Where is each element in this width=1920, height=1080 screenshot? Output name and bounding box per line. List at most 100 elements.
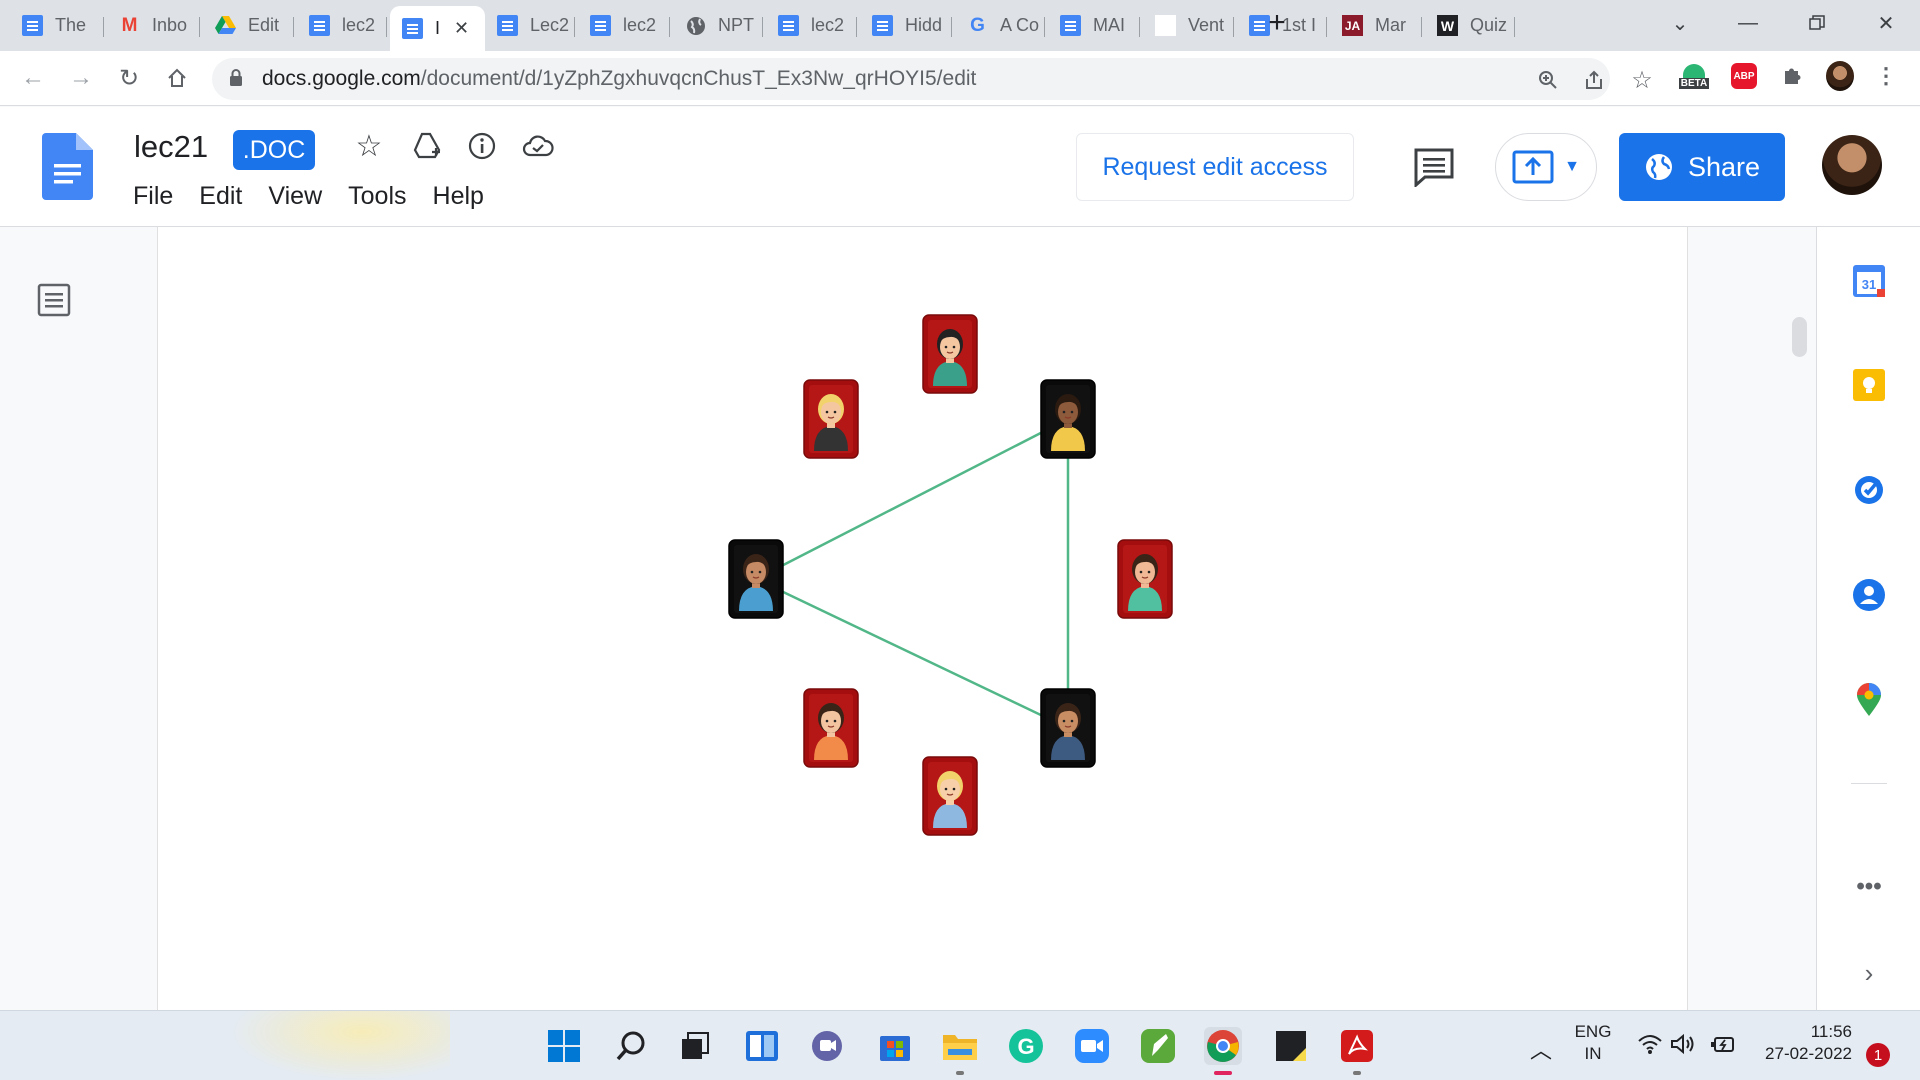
close-tab-icon[interactable]: ✕ (454, 18, 469, 39)
gmail-icon: M (121, 14, 138, 36)
address-bar[interactable]: docs.google.com/document/d/1yZphZgxhuvqc… (212, 58, 1653, 100)
tab-title: MAI (1093, 15, 1126, 35)
tab-title: Vent (1188, 15, 1225, 35)
task-view-icon[interactable] (676, 1027, 714, 1065)
present-to-meeting-button[interactable]: ▼ (1495, 133, 1597, 201)
extensions-puzzle-icon[interactable] (1778, 62, 1806, 90)
menu-tools[interactable]: Tools (348, 182, 406, 211)
browser-tab[interactable]: lec2 (297, 8, 387, 43)
google-docs-logo-icon[interactable] (42, 133, 93, 200)
back-arrow-icon[interactable]: ← (16, 61, 50, 95)
start-icon[interactable] (545, 1027, 583, 1065)
browser-tab[interactable]: Edit (203, 8, 294, 43)
battery-icon[interactable] (1710, 1033, 1736, 1060)
browser-tab[interactable]: Vent (1143, 8, 1234, 43)
minimize-icon[interactable]: — (1728, 8, 1768, 38)
info-icon[interactable] (465, 129, 499, 163)
browser-tab[interactable]: G A Co (955, 8, 1045, 43)
connection-edge (755, 577, 1069, 730)
menu-edit[interactable]: Edit (199, 182, 242, 211)
document-title[interactable]: lec21 (134, 129, 208, 165)
search-icon[interactable] (612, 1027, 650, 1065)
cloud-saved-icon[interactable] (521, 129, 555, 163)
browser-tab[interactable]: Lec2 (485, 8, 575, 43)
wifi-icon[interactable] (1637, 1033, 1663, 1060)
document-outline-icon[interactable] (37, 283, 71, 317)
zoom-app-icon[interactable] (1073, 1027, 1111, 1065)
ja-icon: JA (1342, 15, 1363, 36)
tab-separator (1044, 17, 1045, 37)
reload-icon[interactable]: ↻ (112, 61, 146, 95)
browser-tab[interactable]: M Inbo (107, 8, 200, 43)
restore-icon[interactable] (1797, 8, 1837, 38)
globe-icon (1645, 154, 1672, 180)
browser-tab[interactable]: Hidd (860, 8, 952, 43)
comment-history-icon[interactable] (1413, 147, 1455, 187)
more-options-icon[interactable]: ••• (1851, 869, 1887, 905)
forward-arrow-icon[interactable]: → (64, 61, 98, 95)
vertical-scrollbar[interactable] (1792, 317, 1807, 357)
document-page[interactable] (157, 227, 1688, 1010)
menu-kebab-icon[interactable]: ⋮ (1872, 62, 1900, 90)
tasks-icon[interactable] (1851, 472, 1887, 508)
new-tab-button[interactable]: + (1257, 6, 1297, 39)
menu-help[interactable]: Help (433, 182, 484, 211)
chevron-right-icon[interactable]: › (1851, 955, 1887, 991)
browser-tab[interactable]: NPT (673, 8, 763, 43)
browser-tab[interactable]: MAI (1048, 8, 1140, 43)
url-host: docs.google.com (262, 67, 421, 90)
tab-separator (574, 17, 575, 37)
notes-app-icon[interactable] (1139, 1027, 1177, 1065)
home-icon[interactable] (160, 61, 194, 95)
tab-separator (762, 17, 763, 37)
tab-title: Lec2 (530, 15, 570, 35)
menu-view[interactable]: View (268, 182, 322, 211)
acrobat-icon[interactable] (1338, 1027, 1376, 1075)
network-diagram (728, 314, 1173, 836)
share-label: Share (1687, 151, 1761, 182)
share-button[interactable]: Share (1619, 133, 1785, 201)
close-window-icon[interactable]: ✕ (1866, 8, 1906, 38)
tab-separator (1514, 17, 1515, 37)
tab-title: Hidd (905, 15, 943, 35)
microsoft-store-icon[interactable] (876, 1027, 914, 1065)
system-clock[interactable]: 11:56 27-02-2022 (1752, 1021, 1852, 1065)
contacts-icon[interactable] (1851, 577, 1887, 613)
maps-icon[interactable] (1851, 682, 1887, 718)
browser-tab[interactable]: The (10, 8, 104, 43)
request-edit-access-button[interactable]: Request edit access (1076, 133, 1354, 201)
side-panel: 31 ••• › (1816, 227, 1920, 1010)
tab-title: Inbo (152, 15, 188, 35)
share-page-icon[interactable] (1582, 68, 1606, 92)
notification-badge[interactable]: 1 (1866, 1043, 1890, 1067)
tray-chevron-icon[interactable]: ︿ (1530, 1033, 1552, 1065)
grammarly-icon[interactable]: G (1007, 1027, 1045, 1065)
profile-avatar-small[interactable] (1826, 61, 1854, 91)
volume-icon[interactable] (1670, 1033, 1696, 1060)
menu-file[interactable]: File (133, 182, 173, 211)
browser-tab[interactable]: W Quiz (1425, 8, 1515, 43)
language-indicator[interactable]: ENG IN (1568, 1021, 1618, 1065)
account-avatar[interactable] (1822, 135, 1882, 195)
teams-chat-icon[interactable] (808, 1027, 846, 1065)
beta-extension-icon[interactable]: BETA (1678, 62, 1710, 90)
star-icon[interactable]: ☆ (352, 129, 386, 163)
browser-tab[interactable]: lec2 (578, 8, 670, 43)
widgets-icon[interactable] (743, 1027, 781, 1065)
keep-icon[interactable] (1851, 367, 1887, 403)
browser-tab[interactable]: I ✕ (390, 6, 485, 51)
adblock-icon[interactable]: ABP (1730, 62, 1758, 90)
browser-tab[interactable]: lec2 (766, 8, 857, 43)
browser-tab[interactable]: JA Mar (1330, 8, 1422, 43)
sticky-notes-icon[interactable] (1272, 1027, 1310, 1065)
chrome-icon[interactable] (1204, 1027, 1242, 1075)
bookmark-star-icon[interactable]: ☆ (1630, 67, 1654, 94)
calendar-icon[interactable]: 31 (1851, 263, 1887, 299)
tab-title: Quiz (1470, 15, 1508, 35)
tab-search-icon[interactable]: ⌄ (1660, 8, 1700, 38)
move-to-drive-icon[interactable] (410, 129, 444, 163)
zoom-icon[interactable] (1536, 68, 1560, 92)
side-divider (1851, 783, 1887, 784)
file-explorer-icon[interactable] (941, 1027, 979, 1075)
lock-icon (230, 69, 242, 86)
